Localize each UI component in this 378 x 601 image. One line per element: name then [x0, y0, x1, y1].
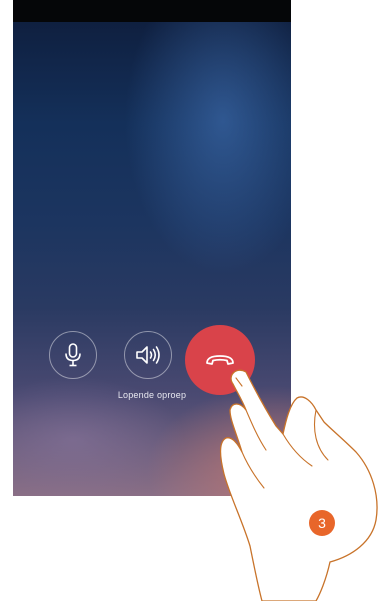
hang-up-button[interactable] [185, 325, 255, 395]
step-number-badge: 3 [309, 510, 335, 536]
speaker-button[interactable] [124, 331, 172, 379]
speaker-icon [136, 346, 160, 364]
status-bar [13, 0, 291, 22]
microphone-button[interactable] [49, 331, 97, 379]
instruction-illustration: Lopende oproep 3 [0, 0, 378, 601]
call-status-label: Lopende oproep [117, 390, 187, 400]
microphone-icon [65, 343, 81, 367]
intercom-call-screen: Lopende oproep [13, 0, 291, 496]
hang-up-phone-icon [206, 355, 234, 365]
